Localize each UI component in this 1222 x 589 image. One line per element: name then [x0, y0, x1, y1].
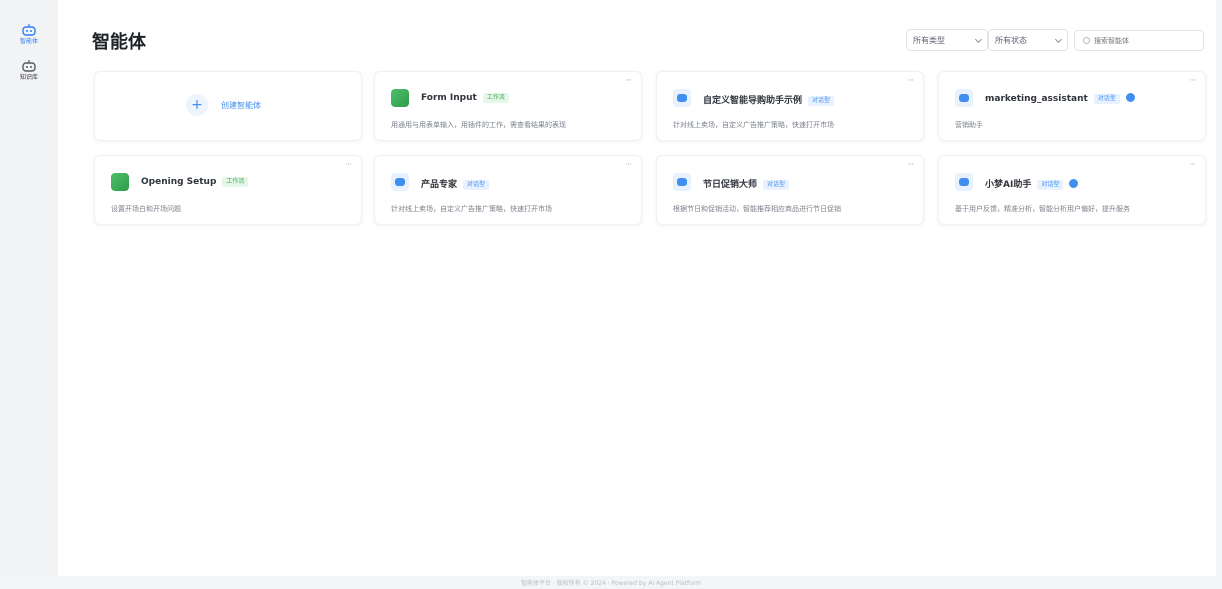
- more-icon[interactable]: ···: [345, 160, 352, 170]
- agent-type-tag: 对话型: [463, 180, 490, 190]
- nav-item-knowledge[interactable]: 知识库: [14, 58, 44, 90]
- agent-type-tag: 工作流: [482, 93, 509, 103]
- nav-item-agents[interactable]: 智能体: [14, 22, 44, 54]
- agent-description: 针对线上卖场，自定义广告推广策略，快速打开市场: [673, 121, 834, 129]
- status-dot-icon: [1069, 179, 1079, 188]
- agent-card[interactable]: ··· marketing_assistant 对话型 营销助手: [938, 71, 1206, 141]
- search-icon: [1083, 37, 1090, 44]
- type-filter-value: 所有类型: [913, 35, 945, 45]
- agent-name-row: marketing_assistant 对话型: [985, 93, 1135, 104]
- create-agent-card[interactable]: + 创建智能体: [94, 71, 362, 141]
- agent-description: 根据节日和促销活动，智能推荐相应商品进行节日促销: [673, 205, 841, 213]
- agent-avatar-icon: [673, 89, 691, 107]
- agent-name: 产品专家: [421, 180, 458, 190]
- agent-card[interactable]: ··· Opening Setup 工作流 设置开场白和开场问题: [94, 155, 362, 225]
- agent-type-tag: 对话型: [763, 180, 790, 190]
- agent-name-row: 产品专家 对话型: [421, 177, 490, 190]
- agent-name: 节日促销大师: [703, 180, 758, 190]
- agent-description: 设置开场白和开场问题: [111, 205, 181, 213]
- agent-card[interactable]: ··· 自定义智能导购助手示例 对话型 针对线上卖场，自定义广告推广策略，快速打开…: [656, 71, 924, 141]
- database-icon: [21, 58, 37, 72]
- agent-name-row: 小梦AI助手 对话型: [985, 177, 1079, 190]
- more-icon[interactable]: ···: [625, 160, 632, 170]
- agent-description: 针对线上卖场，自定义广告推广策略，快速打开市场: [391, 205, 552, 213]
- agent-card[interactable]: ··· 节日促销大师 对话型 根据节日和促销活动，智能推荐相应商品进行节日促销: [656, 155, 924, 225]
- chevron-down-icon: [974, 35, 983, 44]
- nav-item-label: 智能体: [19, 38, 38, 45]
- agent-description: 营销助手: [955, 121, 983, 129]
- agent-card[interactable]: ··· 小梦AI助手 对话型 基于用户反馈，精准分析，智能分析用户偏好，提升服务: [938, 155, 1206, 225]
- more-icon[interactable]: ···: [625, 76, 632, 86]
- agent-type-tag: 工作流: [222, 177, 249, 187]
- agent-description: 基于用户反馈，精准分析，智能分析用户偏好，提升服务: [955, 205, 1130, 213]
- more-icon[interactable]: ···: [1189, 76, 1196, 86]
- plus-icon: +: [186, 94, 208, 116]
- agent-name-row: 节日促销大师 对话型: [703, 177, 790, 190]
- agent-name: Form Input: [421, 93, 477, 103]
- agent-avatar-icon: [955, 173, 973, 191]
- more-icon[interactable]: ···: [907, 160, 914, 170]
- status-filter-select[interactable]: 所有状态: [988, 29, 1068, 51]
- agent-avatar-icon: [955, 89, 973, 107]
- more-icon[interactable]: ···: [907, 76, 914, 86]
- agent-name: 自定义智能导购助手示例: [703, 96, 803, 106]
- agent-name-row: Form Input 工作流: [421, 93, 509, 103]
- agent-type-tag: 对话型: [1093, 94, 1120, 104]
- side-nav: 智能体 知识库: [0, 0, 58, 589]
- agent-avatar-icon: [673, 173, 691, 191]
- agent-type-tag: 对话型: [1037, 180, 1064, 190]
- robot-icon: [21, 22, 37, 36]
- agent-avatar-icon: [391, 173, 409, 191]
- page-footer: 智能体平台 · 版权所有 © 2024 · Powered by AI Agen…: [0, 576, 1222, 589]
- chevron-down-icon: [1054, 35, 1063, 44]
- main-panel: 智能体 所有类型 所有状态 + 创建智能体 ··· Form Input 工作流 …: [58, 0, 1216, 576]
- workflow-avatar-icon: [111, 173, 129, 191]
- workflow-avatar-icon: [391, 89, 409, 107]
- agent-card[interactable]: ··· 产品专家 对话型 针对线上卖场，自定义广告推广策略，快速打开市场: [374, 155, 642, 225]
- type-filter-select[interactable]: 所有类型: [906, 29, 988, 51]
- footer-text: 智能体平台 · 版权所有 © 2024 · Powered by AI Agen…: [521, 580, 701, 587]
- agent-name-row: 自定义智能导购助手示例 对话型: [703, 93, 835, 106]
- search-input[interactable]: [1094, 36, 1194, 45]
- agent-name: marketing_assistant: [985, 94, 1088, 104]
- page-title: 智能体: [92, 32, 146, 53]
- agent-type-tag: 对话型: [808, 96, 835, 106]
- agent-description: 用通用与用表单输入，用插件的工作，需查看结果的表现: [391, 121, 566, 129]
- status-filter-value: 所有状态: [995, 35, 1027, 45]
- status-dot-icon: [1125, 93, 1135, 102]
- nav-item-label: 知识库: [19, 74, 38, 81]
- agent-card[interactable]: ··· Form Input 工作流 用通用与用表单输入，用插件的工作，需查看结果…: [374, 71, 642, 141]
- agent-name-row: Opening Setup 工作流: [141, 177, 249, 187]
- more-icon[interactable]: ···: [1189, 160, 1196, 170]
- create-agent-label: 创建智能体: [221, 101, 261, 110]
- search-box[interactable]: [1074, 30, 1204, 51]
- agent-name: 小梦AI助手: [985, 180, 1032, 190]
- agent-name: Opening Setup: [141, 177, 217, 187]
